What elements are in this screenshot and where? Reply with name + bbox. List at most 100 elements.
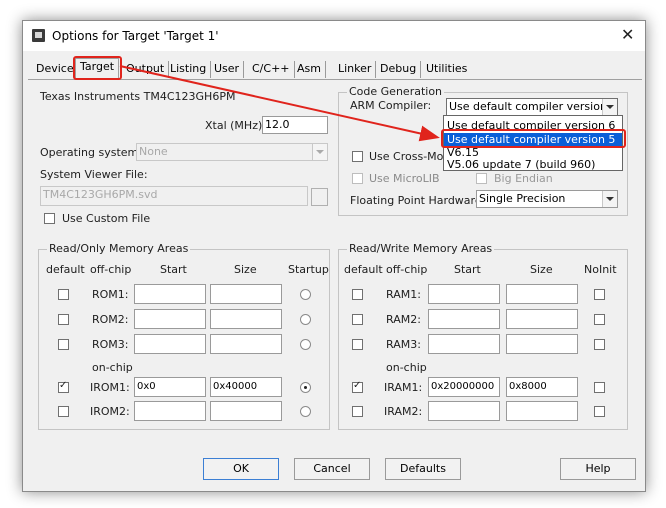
tab-device[interactable]: Device <box>32 61 79 78</box>
ram1-label: RAM1: <box>386 288 421 301</box>
ram-onchip-label: on-chip <box>386 361 427 374</box>
compiler-select-value: Use default compiler version 5 <box>449 100 618 113</box>
rom2-default-checkbox[interactable] <box>58 314 69 325</box>
rom2-start-input[interactable] <box>134 309 206 329</box>
xtal-input[interactable]: 12.0 <box>262 116 328 134</box>
os-select-value: None <box>139 145 168 158</box>
microlib-label: Use MicroLIB <box>369 172 440 185</box>
ram-header-offchip: off-chip <box>386 263 428 276</box>
cross-module-checkbox[interactable] <box>352 151 363 162</box>
tab-linker[interactable]: Linker <box>334 61 377 78</box>
ram1-size-input[interactable] <box>506 284 578 304</box>
ram2-size-input[interactable] <box>506 309 578 329</box>
help-button[interactable]: Help <box>560 458 636 480</box>
compiler-label: ARM Compiler: <box>350 99 432 112</box>
iram2-default-checkbox[interactable] <box>352 406 363 417</box>
irom1-startup-radio[interactable] <box>300 382 311 393</box>
rom3-default-checkbox[interactable] <box>58 339 69 350</box>
rom3-label: ROM3: <box>92 338 129 351</box>
compiler-select[interactable]: Use default compiler version 5 <box>446 98 618 116</box>
fph-select[interactable]: Single Precision <box>476 190 618 208</box>
cancel-button[interactable]: Cancel <box>294 458 370 480</box>
rom3-size-input[interactable] <box>210 334 282 354</box>
iram2-start-input[interactable] <box>428 401 500 421</box>
chevron-down-icon <box>312 144 327 160</box>
rom-header-startup: Startup <box>288 263 329 276</box>
ram3-label: RAM3: <box>386 338 421 351</box>
irom1-default-checkbox[interactable] <box>58 380 69 393</box>
custom-file-checkbox[interactable] <box>44 213 55 224</box>
svf-input[interactable]: TM4C123GH6PM.svd <box>40 186 308 206</box>
irom2-startup-radio[interactable] <box>300 406 311 417</box>
tab-user[interactable]: User <box>210 61 245 78</box>
rom2-label: ROM2: <box>92 313 129 326</box>
iram1-noinit-checkbox[interactable] <box>594 382 605 393</box>
ram3-start-input[interactable] <box>428 334 500 354</box>
tab-cpp[interactable]: C/C++ <box>248 61 295 78</box>
svf-label: System Viewer File: <box>40 168 148 181</box>
irom2-start-input[interactable] <box>134 401 206 421</box>
rom2-size-input[interactable] <box>210 309 282 329</box>
ram2-default-checkbox[interactable] <box>352 314 363 325</box>
ram3-default-checkbox[interactable] <box>352 339 363 350</box>
close-icon[interactable]: ✕ <box>621 26 634 44</box>
browse-button[interactable] <box>311 188 328 206</box>
rom1-label: ROM1: <box>92 288 129 301</box>
irom1-start-input[interactable]: 0x0 <box>134 377 206 397</box>
ok-button[interactable]: OK <box>203 458 279 480</box>
irom2-size-input[interactable] <box>210 401 282 421</box>
tab-output[interactable]: Output <box>122 61 170 78</box>
tab-utilities[interactable]: Utilities <box>422 61 471 78</box>
ram2-label: RAM2: <box>386 313 421 326</box>
ram-header-default: default <box>344 263 383 276</box>
rom-header-default: default <box>46 263 85 276</box>
tab-asm[interactable]: Asm <box>293 61 326 78</box>
rom1-startup-radio[interactable] <box>300 289 311 300</box>
rom-header-offchip: off-chip <box>90 263 132 276</box>
irom1-size-input[interactable]: 0x40000 <box>210 377 282 397</box>
rom3-start-input[interactable] <box>134 334 206 354</box>
chevron-down-icon <box>602 99 617 115</box>
ram2-start-input[interactable] <box>428 309 500 329</box>
rom-group-title: Read/Only Memory Areas <box>47 242 191 255</box>
defaults-button[interactable]: Defaults <box>385 458 461 480</box>
iram1-size-input[interactable]: 0x8000 <box>506 377 578 397</box>
rom2-startup-radio[interactable] <box>300 314 311 325</box>
device-name: Texas Instruments TM4C123GH6PM <box>40 90 236 103</box>
rom1-start-input[interactable] <box>134 284 206 304</box>
tab-listing[interactable]: Listing <box>166 61 212 78</box>
rom1-size-input[interactable] <box>210 284 282 304</box>
ram-header-noinit: NoInit <box>584 263 617 276</box>
os-select[interactable]: None <box>136 143 328 161</box>
dialog-title: Options for Target 'Target 1' <box>52 29 219 43</box>
irom2-label: IROM2: <box>90 405 130 418</box>
ram2-noinit-checkbox[interactable] <box>594 314 605 325</box>
big-endian-label: Big Endian <box>494 172 553 185</box>
os-label: Operating system: <box>40 146 142 159</box>
code-generation-title: Code Generation <box>347 85 445 98</box>
ram1-noinit-checkbox[interactable] <box>594 289 605 300</box>
ram-group-title: Read/Write Memory Areas <box>347 242 495 255</box>
iram1-default-checkbox[interactable] <box>352 380 363 393</box>
ram3-noinit-checkbox[interactable] <box>594 339 605 350</box>
custom-file-label: Use Custom File <box>62 212 151 225</box>
tab-debug[interactable]: Debug <box>376 61 422 78</box>
ram-header-start: Start <box>454 263 481 276</box>
rom-header-size: Size <box>234 263 257 276</box>
iram2-label: IRAM2: <box>384 405 423 418</box>
ram3-size-input[interactable] <box>506 334 578 354</box>
rom-onchip-label: on-chip <box>92 361 133 374</box>
iram2-size-input[interactable] <box>506 401 578 421</box>
rom-header-start: Start <box>160 263 187 276</box>
rom3-startup-radio[interactable] <box>300 339 311 350</box>
iram2-noinit-checkbox[interactable] <box>594 406 605 417</box>
big-endian-checkbox[interactable] <box>476 173 487 184</box>
irom2-default-checkbox[interactable] <box>58 406 69 417</box>
compiler-option[interactable]: V5.06 update 7 (build 960) <box>444 158 622 171</box>
rom1-default-checkbox[interactable] <box>58 289 69 300</box>
fph-label: Floating Point Hardware: <box>350 194 486 207</box>
iram1-start-input[interactable]: 0x20000000 <box>428 377 500 397</box>
microlib-checkbox[interactable] <box>352 173 363 184</box>
ram1-start-input[interactable] <box>428 284 500 304</box>
ram1-default-checkbox[interactable] <box>352 289 363 300</box>
